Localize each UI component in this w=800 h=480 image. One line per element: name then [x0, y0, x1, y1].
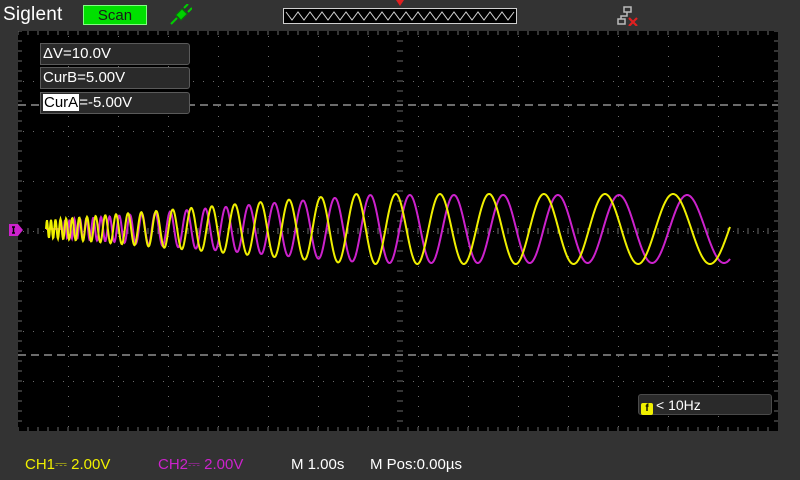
probe-icon — [170, 4, 192, 25]
ch1-scale[interactable]: CH1⎓ 2.00V — [25, 456, 110, 473]
channel-ground-marker-icon[interactable] — [9, 224, 23, 236]
waveform-layer — [18, 104, 778, 356]
cursor-a-readout[interactable]: CurA=-5.00V — [40, 92, 190, 114]
cursor-delta-readout: ΔV=10.0V — [40, 43, 190, 65]
trigger-position-marker — [396, 0, 404, 6]
cursor-a-selected-label[interactable]: CurA — [43, 94, 80, 111]
waveform-display[interactable]: ΔV=10.0V CurB=5.00V CurA=-5.00V f < 10Hz — [18, 31, 778, 431]
ch2-trace — [46, 193, 731, 265]
frequency-readout: f < 10Hz — [638, 394, 772, 415]
status-bar: CH1⎓ 2.00V CH2⎓ 2.00V M 1.00s M Pos:0.00… — [0, 452, 800, 476]
network-disconnected-icon — [617, 6, 638, 26]
cursor-b-readout: CurB=5.00V — [40, 67, 190, 89]
frequency-icon: f — [641, 403, 653, 415]
ch2-scale[interactable]: CH2⎓ 2.00V — [158, 456, 243, 473]
memory-buffer-indicator — [283, 8, 517, 24]
timebase[interactable]: M 1.00s — [291, 456, 344, 473]
top-bar: Siglent Scan — [0, 0, 800, 30]
buffer-waveform-icon — [285, 11, 515, 21]
acquisition-mode-badge[interactable]: Scan — [83, 5, 147, 25]
cursor-a-value: =-5.00V — [79, 94, 133, 111]
brand-label: Siglent — [3, 4, 63, 25]
horizontal-position[interactable]: M Pos:0.00µs — [370, 456, 462, 473]
frequency-value: < 10Hz — [656, 397, 701, 413]
